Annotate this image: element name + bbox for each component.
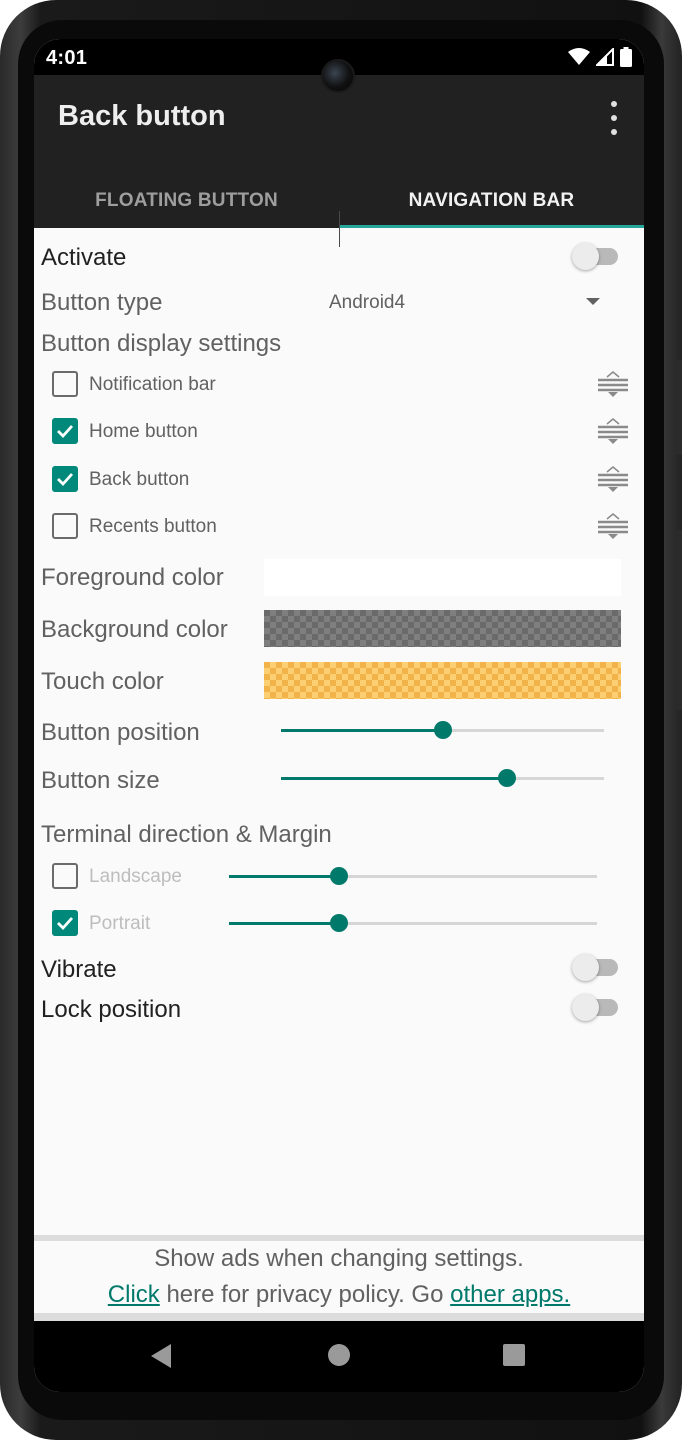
ads-notice: Show ads when changing settings.	[154, 1245, 524, 1272]
vibrate-label: Vibrate	[41, 956, 117, 983]
app-title: Back button	[58, 100, 226, 132]
button-size-label: Button size	[41, 767, 160, 794]
portrait-margin-slider[interactable]	[229, 912, 597, 934]
button-type-label: Button type	[41, 289, 163, 316]
notification-bar-checkbox[interactable]	[52, 371, 78, 397]
privacy-line: Click here for privacy policy. Go other …	[34, 1277, 644, 1313]
drag-handle-icon[interactable]	[598, 511, 628, 541]
battery-icon	[620, 47, 632, 67]
device-frame: 4:01 Back button FLOATING BUTTON NAVIGAT…	[0, 0, 682, 1440]
portrait-row: Portrait	[34, 910, 644, 950]
tab-navigation-bar[interactable]: NAVIGATION BAR	[339, 173, 644, 228]
lock-position-label: Lock position	[41, 996, 182, 1023]
more-vert-icon[interactable]	[604, 101, 624, 135]
wifi-icon	[568, 48, 590, 65]
status-icons	[568, 47, 632, 67]
home-button-checkbox[interactable]	[52, 418, 78, 444]
terminal-direction-heading-row: Terminal direction & Margin	[34, 819, 644, 855]
landscape-checkbox[interactable]	[52, 863, 78, 889]
slider-thumb[interactable]	[330, 867, 349, 885]
screen: 4:01 Back button FLOATING BUTTON NAVIGAT…	[34, 39, 644, 1392]
slider-thumb[interactable]	[433, 721, 452, 739]
system-nav-bar	[34, 1321, 644, 1392]
touch-color-row: Touch color	[34, 662, 644, 702]
landscape-label: Landscape	[89, 866, 182, 887]
background-color-row: Background color	[34, 610, 644, 650]
recents-icon[interactable]	[502, 1343, 526, 1367]
status-time: 4:01	[46, 47, 88, 69]
display-item-back-button: Back button	[34, 466, 644, 506]
button-position-row: Button position	[34, 714, 644, 754]
other-apps-link[interactable]: other apps.	[450, 1281, 570, 1308]
dropdown-arrow-icon[interactable]	[586, 298, 600, 305]
button-type-row: Button type Android4	[34, 286, 644, 322]
button-type-dropdown[interactable]: Android4	[329, 292, 405, 314]
slider-thumb[interactable]	[330, 914, 349, 932]
portrait-label: Portrait	[89, 913, 151, 934]
terminal-direction-heading: Terminal direction & Margin	[41, 821, 332, 848]
signal-icon	[596, 48, 614, 66]
volume-button	[676, 360, 682, 455]
button-position-slider[interactable]	[281, 719, 604, 741]
foreground-color-row: Foreground color	[34, 558, 644, 598]
activate-label: Activate	[41, 244, 127, 271]
button-position-label: Button position	[41, 719, 200, 746]
landscape-margin-slider[interactable]	[229, 865, 597, 887]
drag-handle-icon[interactable]	[598, 464, 628, 494]
background-color-swatch[interactable]	[264, 610, 621, 647]
recents-button-label: Recents button	[89, 516, 217, 537]
display-item-home-button: Home button	[34, 418, 644, 458]
vibrate-row: Vibrate	[34, 952, 644, 988]
display-item-notification-bar: Notification bar	[34, 371, 644, 411]
display-settings-heading: Button display settings	[41, 330, 282, 357]
tab-floating-button[interactable]: FLOATING BUTTON	[34, 173, 339, 228]
landscape-row: Landscape	[34, 863, 644, 903]
home-icon[interactable]	[327, 1343, 351, 1367]
touch-color-swatch[interactable]	[264, 662, 621, 699]
front-camera	[321, 59, 355, 93]
activate-row: Activate	[34, 240, 644, 276]
ad-footer: Show ads when changing settings. Click h…	[34, 1241, 644, 1313]
portrait-checkbox[interactable]	[52, 910, 78, 936]
tab-bar: FLOATING BUTTON NAVIGATION BAR	[34, 173, 644, 247]
power-button	[676, 530, 682, 710]
back-button-label: Back button	[89, 469, 190, 490]
notification-bar-label: Notification bar	[89, 374, 216, 395]
home-button-label: Home button	[89, 421, 198, 442]
foreground-color-swatch[interactable]	[264, 559, 621, 596]
back-icon[interactable]	[149, 1343, 173, 1369]
app-bar: Back button FLOATING BUTTON NAVIGATION B…	[34, 75, 644, 247]
lock-position-row: Lock position	[34, 992, 644, 1028]
touch-color-label: Touch color	[41, 668, 164, 695]
slider-thumb[interactable]	[498, 769, 517, 787]
button-size-slider[interactable]	[281, 767, 604, 789]
recents-button-checkbox[interactable]	[52, 513, 78, 539]
footer-bottom-divider	[34, 1313, 644, 1321]
drag-handle-icon[interactable]	[598, 369, 628, 399]
display-item-recents-button: Recents button	[34, 513, 644, 553]
back-button-checkbox[interactable]	[52, 466, 78, 492]
privacy-text: here for privacy policy. Go	[159, 1281, 451, 1308]
background-color-label: Background color	[41, 616, 228, 643]
button-size-row: Button size	[34, 762, 644, 802]
activate-switch[interactable]	[572, 242, 620, 270]
drag-handle-icon[interactable]	[598, 416, 628, 446]
display-settings-heading-row: Button display settings	[34, 329, 644, 365]
privacy-policy-link[interactable]: Click	[108, 1281, 160, 1308]
lock-position-switch[interactable]	[572, 993, 620, 1021]
foreground-color-label: Foreground color	[41, 564, 224, 591]
vibrate-switch[interactable]	[572, 953, 620, 981]
